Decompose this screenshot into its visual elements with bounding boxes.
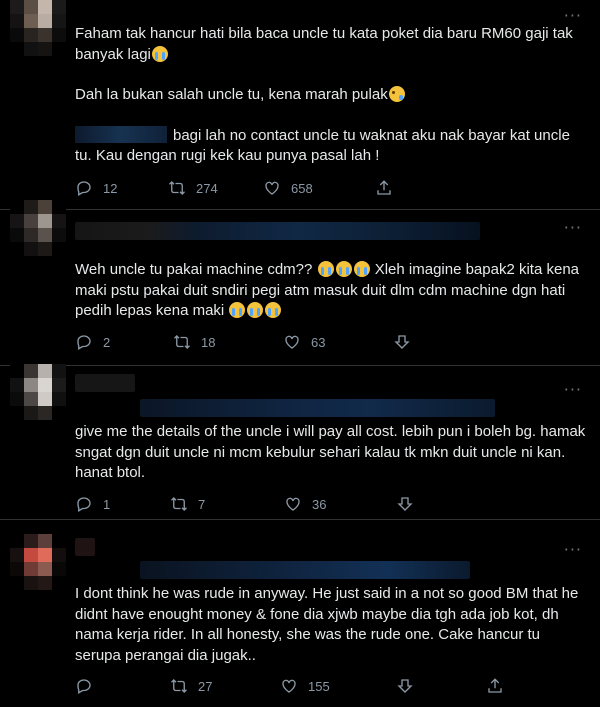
reply-icon <box>77 679 91 694</box>
avatar[interactable] <box>10 200 66 256</box>
tweet-1[interactable]: ··· Faham tak hancur hati bila baca uncl… <box>0 0 600 210</box>
reply-button[interactable]: 12 <box>75 179 168 197</box>
reply-button[interactable] <box>75 677 170 695</box>
reply-button[interactable]: 2 <box>75 333 173 351</box>
like-count: 658 <box>291 180 313 196</box>
blurred-username[interactable] <box>140 561 470 579</box>
like-count: 63 <box>311 334 326 350</box>
like-button[interactable]: 155 <box>280 677 396 695</box>
like-button[interactable]: 63 <box>283 333 393 351</box>
like-button[interactable]: 658 <box>263 179 375 197</box>
share-button[interactable] <box>375 179 403 197</box>
more-icon[interactable]: ··· <box>564 542 582 558</box>
retweet-button[interactable]: 27 <box>170 677 280 695</box>
retweet-icon <box>174 335 190 349</box>
tweet-actions: 1 7 36 <box>75 494 424 514</box>
tweet-actions: 2 18 63 <box>75 332 421 352</box>
retweet-count: 7 <box>198 496 206 512</box>
tweet-text: Weh uncle tu pakai machine cdm?? Xleh im… <box>75 260 590 322</box>
like-icon <box>286 497 300 511</box>
like-count: 36 <box>312 496 327 512</box>
more-icon[interactable]: ··· <box>564 220 582 236</box>
share-icon <box>488 678 502 693</box>
crying-emoji-icon <box>229 302 246 318</box>
like-icon <box>285 335 299 349</box>
reply-button[interactable]: 1 <box>75 495 170 513</box>
reply-icon <box>77 181 91 196</box>
retweet-count: 18 <box>201 334 216 350</box>
avatar[interactable] <box>10 534 66 590</box>
more-icon[interactable]: ··· <box>564 382 582 398</box>
downvote-icon <box>397 497 413 511</box>
crying-emoji-icon <box>247 302 264 318</box>
reply-icon <box>77 497 91 512</box>
blurred-username[interactable] <box>75 222 480 240</box>
blurred-username[interactable] <box>140 399 495 417</box>
like-icon <box>282 679 296 693</box>
retweet-button[interactable]: 7 <box>170 495 284 513</box>
retweet-icon <box>169 181 185 195</box>
tweet-line: I dont think he was rude in anyway. He j… <box>75 585 583 664</box>
blurred-username[interactable] <box>75 374 135 392</box>
blurred-mention[interactable] <box>75 125 167 143</box>
retweet-count: 27 <box>198 678 213 694</box>
downvote-icon <box>397 679 413 693</box>
blurred-username[interactable] <box>75 538 95 556</box>
tweet-line: Dah la bukan salah uncle tu, kena marah … <box>75 86 388 103</box>
crying-emoji-icon <box>335 261 352 277</box>
like-count: 155 <box>308 678 330 694</box>
tweet-2[interactable]: ··· Weh uncle tu pakai machine cdm?? Xle… <box>0 200 600 366</box>
retweet-count: 274 <box>196 180 218 196</box>
retweet-icon <box>171 679 187 693</box>
retweet-button[interactable]: 18 <box>173 333 283 351</box>
avatar[interactable] <box>10 0 66 56</box>
crying-emoji-icon <box>151 45 168 62</box>
reply-count: 12 <box>103 180 118 196</box>
downvote-button[interactable] <box>396 677 486 695</box>
tweet-text: I dont think he was rude in anyway. He j… <box>75 584 590 666</box>
share-icon <box>377 180 391 195</box>
downvote-button[interactable] <box>396 495 424 513</box>
tweet-3[interactable]: ··· give me the details of the uncle i w… <box>0 364 600 520</box>
sad-emoji-icon <box>388 86 405 102</box>
like-icon <box>265 181 279 195</box>
tweet-line: Faham tak hancur hati bila baca uncle tu… <box>75 25 577 63</box>
retweet-button[interactable]: 274 <box>168 179 263 197</box>
tweet-text: give me the details of the uncle i will … <box>75 422 590 484</box>
downvote-button[interactable] <box>393 333 421 351</box>
reply-icon <box>77 335 91 350</box>
crying-emoji-icon <box>265 302 282 318</box>
tweet-4[interactable]: ··· I dont think he was rude in anyway. … <box>0 520 600 707</box>
tweet-actions: 27 155 <box>75 676 514 696</box>
share-button[interactable] <box>486 677 514 695</box>
tweet-line: give me the details of the uncle i will … <box>75 423 590 481</box>
tweet-line: Weh uncle tu pakai machine cdm?? <box>75 261 313 278</box>
tweet-actions: 12 274 658 <box>75 178 403 198</box>
tweet-text: Faham tak hancur hati bila baca uncle tu… <box>75 24 590 167</box>
crying-emoji-icon <box>317 261 334 277</box>
downvote-icon <box>394 335 410 349</box>
retweet-icon <box>171 497 187 511</box>
crying-emoji-icon <box>353 261 370 277</box>
like-button[interactable]: 36 <box>284 495 396 513</box>
more-icon[interactable]: ··· <box>564 8 582 24</box>
reply-count: 1 <box>103 496 111 512</box>
avatar[interactable] <box>10 364 66 420</box>
reply-count: 2 <box>103 334 111 350</box>
